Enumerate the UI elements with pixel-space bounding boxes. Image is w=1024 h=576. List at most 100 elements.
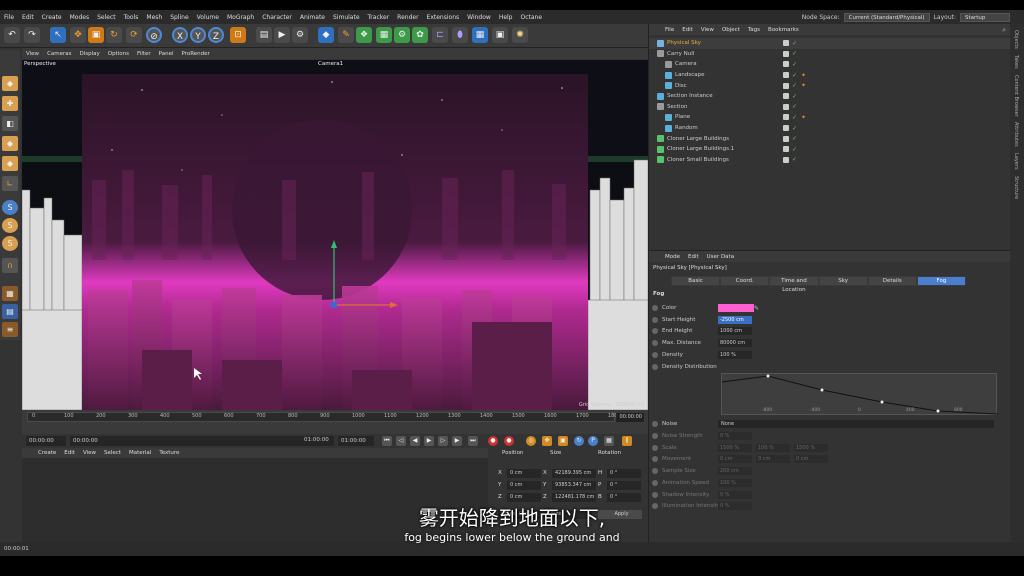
menu-window[interactable]: Window (467, 14, 491, 21)
current-time-slider[interactable]: 00:00:00 (70, 436, 334, 446)
enabled-check-icon[interactable]: ✓ (792, 40, 797, 47)
attr-menu-mode[interactable]: Mode (665, 254, 680, 260)
generator-icon[interactable]: ❖ (356, 27, 372, 43)
next-key-icon[interactable]: ▶ (452, 436, 462, 446)
size-field[interactable]: 122481.178 cm (552, 492, 596, 502)
visibility-checkbox[interactable] (783, 146, 789, 153)
magnet-icon[interactable]: ∩ (2, 258, 18, 273)
visibility-checkbox[interactable] (783, 114, 789, 121)
mograph-icon[interactable]: ✿ (412, 27, 428, 43)
visibility-checkbox[interactable] (783, 82, 789, 89)
rotate-tool-icon[interactable]: ↻ (106, 27, 122, 43)
enabled-check-icon[interactable]: ✓ (792, 125, 797, 132)
points-mode-icon[interactable]: ◆ (2, 136, 18, 151)
pen-spline-icon[interactable]: ✎ (338, 27, 354, 43)
menu-character[interactable]: Character (262, 14, 292, 21)
menu-mesh[interactable]: Mesh (146, 14, 162, 21)
material-menu-create[interactable]: Create (38, 450, 56, 456)
tag-icon[interactable]: ✦ (801, 82, 806, 89)
next-frame-icon[interactable]: ▷ (438, 436, 448, 446)
menu-select[interactable]: Select (97, 14, 116, 21)
menu-extensions[interactable]: Extensions (427, 14, 460, 21)
material-menu-select[interactable]: Select (104, 450, 121, 456)
viewport[interactable]: Perspective Camera1 Grid Spacing : 10000… (22, 60, 648, 410)
polygons-mode-icon[interactable]: ∟ (2, 176, 18, 191)
key-position-icon[interactable]: ✥ (542, 436, 552, 446)
object-menu-file[interactable]: File (665, 27, 674, 33)
y-axis-icon[interactable]: Y (190, 27, 206, 43)
frame-input[interactable]: 00:00:00 (616, 413, 644, 422)
object-menu-object[interactable]: Object (722, 27, 740, 33)
menu-render[interactable]: Render (397, 14, 418, 21)
object-row[interactable]: Disc ✓ ✦ (649, 80, 1011, 91)
camera-icon[interactable]: ▣ (492, 27, 508, 43)
object-row[interactable]: Cloner Large Buildings ✓ (649, 133, 1011, 144)
undo-icon[interactable]: ↶ (4, 27, 20, 43)
enabled-check-icon[interactable]: ✓ (792, 61, 797, 68)
enabled-check-icon[interactable]: ✓ (792, 114, 797, 121)
density-distribution-graph[interactable]: -800 -400 0 400 800 (721, 373, 999, 415)
viewport-menu-view[interactable]: View (26, 51, 39, 57)
menu-create[interactable]: Create (42, 14, 62, 21)
field-icon[interactable]: ⬮ (452, 27, 468, 43)
z-axis-icon[interactable]: Z (208, 27, 224, 43)
stack-icon[interactable]: ≡ (2, 322, 18, 337)
subdivision-icon[interactable]: ▦ (376, 27, 392, 43)
eyedropper-icon[interactable]: ✎ (754, 305, 759, 312)
layout-dropdown[interactable]: Startup (960, 12, 1010, 22)
material-menu-texture[interactable]: Texture (159, 450, 179, 456)
menu-file[interactable]: File (4, 14, 14, 21)
visibility-checkbox[interactable] (783, 103, 789, 110)
attribute-radio[interactable] (652, 351, 658, 358)
object-menu-view[interactable]: View (701, 27, 714, 33)
object-row[interactable]: Plane ✓ ✦ (649, 112, 1011, 123)
make-editable-icon[interactable]: ◆ (2, 76, 18, 91)
enabled-check-icon[interactable]: ✓ (792, 156, 797, 163)
enabled-check-icon[interactable]: ✓ (792, 135, 797, 142)
sidebar-tab-takes[interactable]: Takes (1013, 55, 1019, 69)
attribute-radio[interactable] (652, 305, 658, 311)
timeline-window-icon[interactable]: ⫼ (622, 436, 632, 446)
key-rotation-icon[interactable]: ↻ (574, 436, 584, 446)
attribute-radio[interactable] (652, 340, 658, 347)
edges-mode-icon[interactable]: ◆ (2, 156, 18, 171)
recent-tool-icon[interactable]: ⟳ (126, 27, 142, 43)
menu-spline[interactable]: Spline (170, 14, 188, 21)
cube-icon[interactable]: ◆ (318, 27, 334, 43)
tab-sky[interactable]: Sky (818, 276, 868, 286)
menu-octane[interactable]: Octane (521, 14, 543, 21)
tag-icon[interactable]: ✦ (801, 72, 806, 79)
enabled-check-icon[interactable]: ✓ (792, 93, 797, 100)
visibility-checkbox[interactable] (783, 40, 789, 47)
menu-mograph[interactable]: MoGraph (227, 14, 254, 21)
position-field[interactable]: 0 cm (507, 480, 541, 490)
soft-selection-icon[interactable]: S (2, 236, 18, 251)
model-mode-icon[interactable]: ✚ (2, 96, 18, 111)
menu-tools[interactable]: Tools (124, 14, 139, 21)
coordinate-system-icon[interactable]: ⊘ (146, 27, 162, 43)
enabled-check-icon[interactable]: ✓ (792, 72, 797, 79)
enabled-check-icon[interactable]: ✓ (792, 82, 797, 89)
object-row[interactable]: Section ✓ (649, 102, 1011, 113)
autokey-icon[interactable]: ● (504, 436, 514, 446)
menu-volume[interactable]: Volume (197, 14, 219, 21)
visibility-checkbox[interactable] (783, 156, 789, 163)
visibility-checkbox[interactable] (783, 72, 789, 79)
visibility-checkbox[interactable] (783, 135, 789, 142)
attribute-radio[interactable] (652, 328, 658, 335)
noise-radio[interactable] (652, 421, 658, 427)
layers-icon[interactable]: ▤ (2, 304, 18, 319)
object-row[interactable]: Physical Sky ✓ (649, 38, 1011, 49)
viewport-menu-filter[interactable]: Filter (137, 51, 151, 57)
key-parameter-icon[interactable]: P (588, 436, 598, 446)
enabled-check-icon[interactable]: ✓ (792, 50, 797, 57)
enabled-check-icon[interactable]: ✓ (792, 146, 797, 153)
menu-tracker[interactable]: Tracker (368, 14, 390, 21)
object-menu-edit[interactable]: Edit (682, 27, 693, 33)
key-pla-icon[interactable]: ▦ (604, 436, 614, 446)
position-field[interactable]: 0 cm (507, 492, 541, 502)
object-row[interactable]: Landscape ✓ ✦ (649, 70, 1011, 81)
record-icon[interactable]: ● (488, 436, 498, 446)
attribute-radio[interactable] (652, 363, 658, 370)
rotation-field[interactable]: 0 ° (607, 480, 641, 490)
